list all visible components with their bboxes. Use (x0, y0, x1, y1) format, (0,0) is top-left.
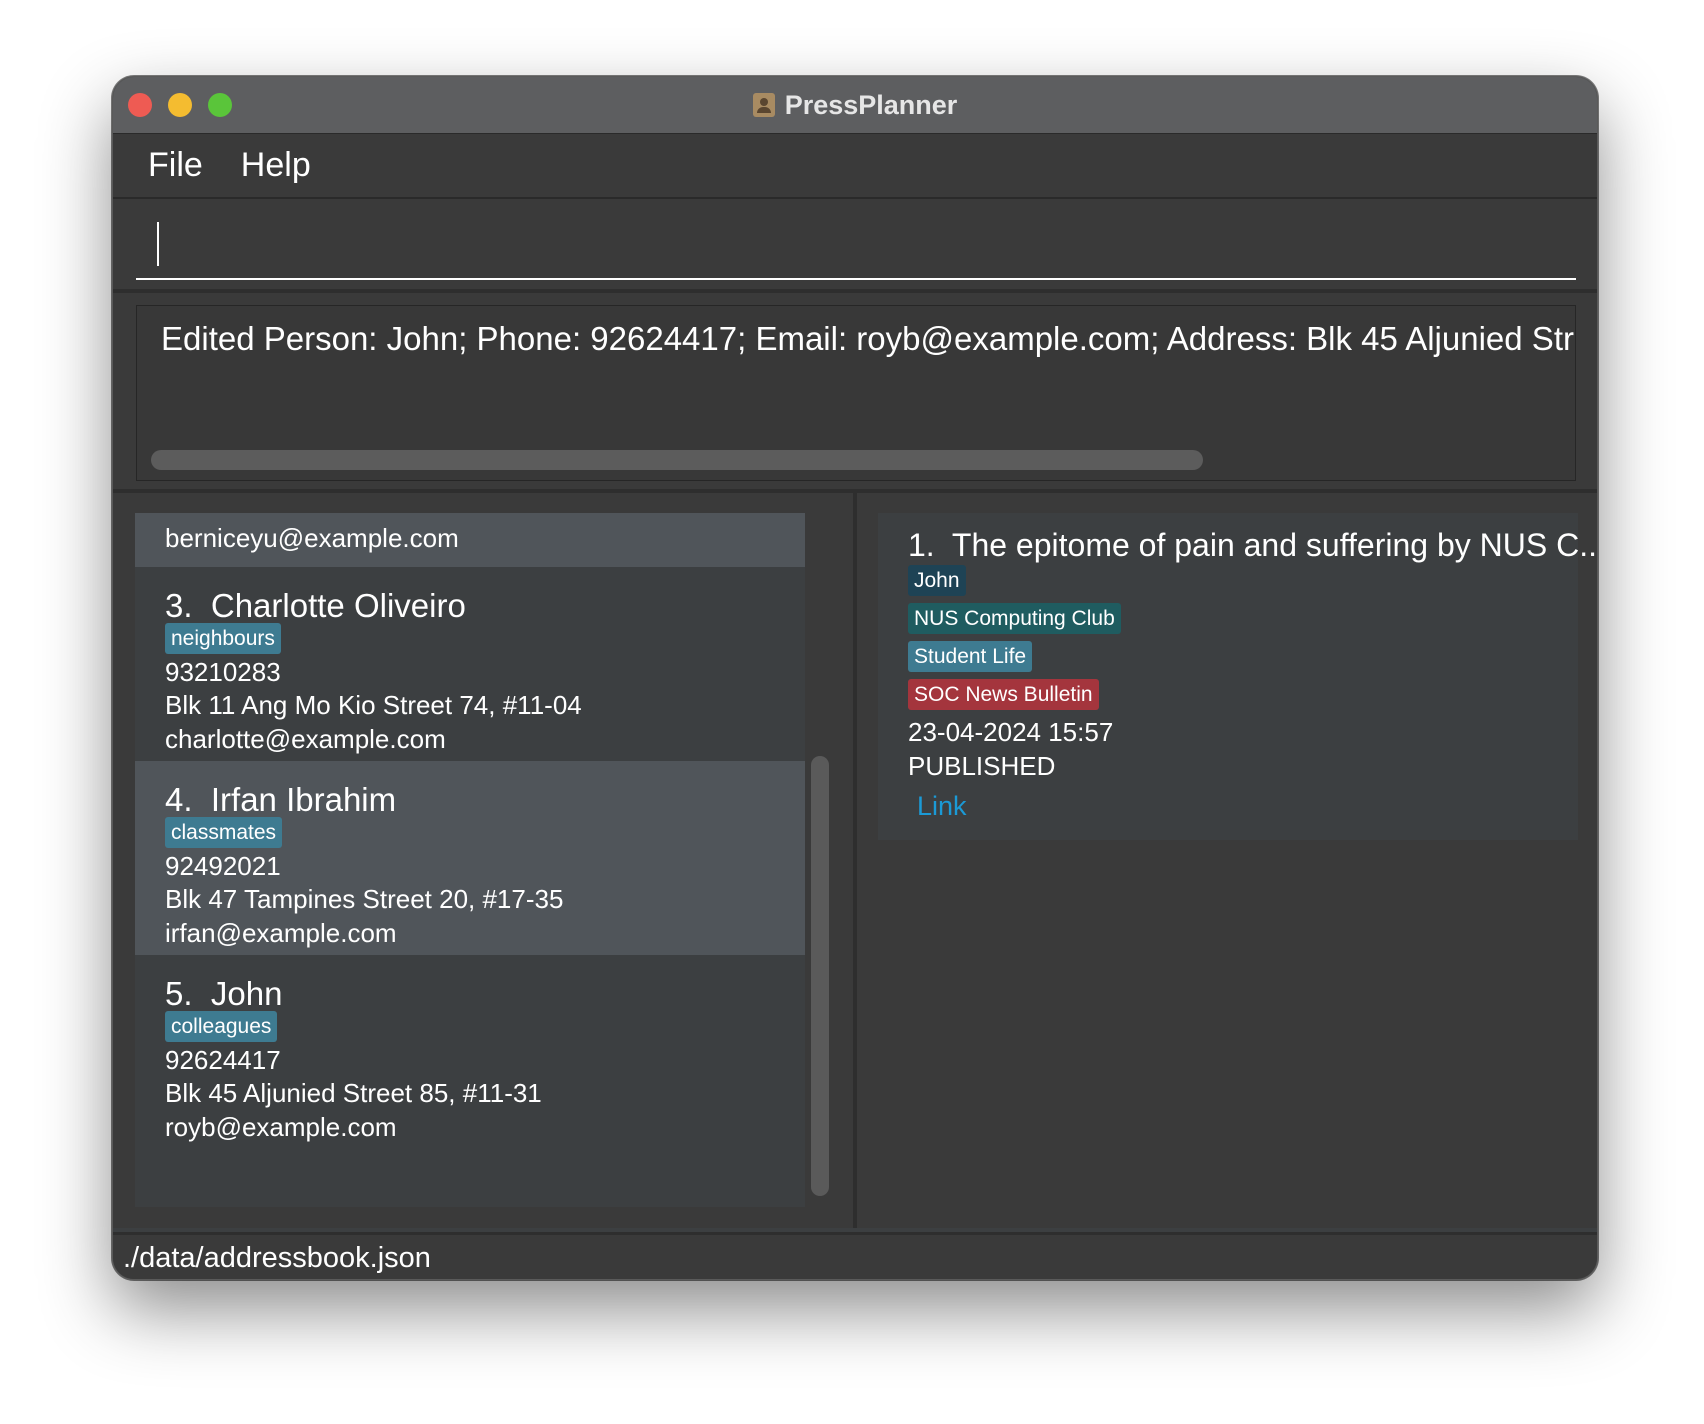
person-tag: neighbours (165, 623, 281, 654)
command-box (113, 199, 1597, 293)
article-card-1[interactable]: 1. The epitome of pain and suffering by … (878, 513, 1597, 840)
person-tag: classmates (165, 817, 283, 848)
person-address: Blk 11 Ang Mo Kio Street 74, #11-04 (165, 690, 582, 720)
person-name: 4. Irfan Ibrahim (165, 781, 396, 819)
menu-bar: File Help (113, 134, 1597, 199)
person-index: 4. (165, 781, 193, 818)
result-text-box[interactable]: Edited Person: John; Phone: 92624417; Em… (136, 305, 1576, 481)
person-card-3[interactable]: 3. Charlotte Oliveiro neighbours 9321028… (135, 567, 805, 761)
person-card-2[interactable]: ​ berniceyu@example.com (135, 513, 805, 567)
menu-help[interactable]: Help (241, 146, 311, 185)
command-input[interactable] (136, 218, 1576, 280)
text-caret (157, 222, 159, 266)
article-link[interactable]: Link (917, 791, 967, 822)
person-name: 3. Charlotte Oliveiro (165, 587, 466, 625)
person-name: 5. John (165, 975, 282, 1013)
article-index: 1. (908, 527, 935, 563)
person-index: 5. (165, 975, 193, 1012)
person-address: Blk 45 Aljunied Street 85, #11-31 (165, 1078, 542, 1108)
person-email: berniceyu@example.com (165, 523, 459, 553)
menu-file[interactable]: File (148, 146, 203, 185)
person-phone: 92624417 (165, 1045, 281, 1075)
person-email: charlotte@example.com (165, 724, 446, 754)
article-title-text: The epitome of pain and suffering by NUS… (951, 527, 1598, 563)
person-phone: 93210283 (165, 657, 281, 687)
result-display: Edited Person: John; Phone: 92624417; Em… (113, 293, 1597, 493)
article-title: 1. The epitome of pain and suffering by … (908, 527, 1598, 564)
save-location: ./data/addressbook.json (123, 1242, 431, 1274)
article-date: 23-04-2024 15:57 (908, 717, 1114, 747)
person-email: irfan@example.com (165, 918, 397, 948)
person-index: 3. (165, 587, 193, 624)
window-title: PressPlanner (784, 89, 958, 120)
title-bar: PressPlanner (113, 77, 1597, 134)
person-email: royb@example.com (165, 1112, 397, 1142)
person-list-scrollbar[interactable] (811, 756, 829, 1196)
person-list[interactable]: ​ berniceyu@example.com 3. Charlotte Oli… (135, 513, 805, 1207)
article-tag-author: John (908, 565, 966, 596)
article-tag-source: SOC News Bulletin (908, 679, 1099, 710)
app-icon (752, 93, 775, 117)
app-window: PressPlanner File Help Edited Person: Jo… (112, 76, 1598, 1280)
status-bar: ./data/addressbook.json (113, 1232, 1597, 1279)
person-card-4[interactable]: 4. Irfan Ibrahim classmates 92492021 Blk… (135, 761, 805, 955)
person-name-text: Irfan Ibrahim (210, 781, 397, 818)
main-panel: ​ berniceyu@example.com 3. Charlotte Oli… (113, 493, 1597, 1228)
person-tag: colleagues (165, 1011, 278, 1042)
article-tag-company: NUS Computing Club (908, 603, 1121, 634)
result-message: Edited Person: John; Phone: 92624417; Em… (161, 320, 1575, 357)
person-address: Blk 47 Tampines Street 20, #17-35 (165, 884, 564, 914)
person-card-5[interactable]: 5. John colleagues 92624417 Blk 45 Aljun… (135, 955, 805, 1149)
article-status: PUBLISHED (908, 751, 1056, 781)
person-name-text: Charlotte Oliveiro (210, 587, 466, 624)
person-name-text: John (210, 975, 283, 1012)
result-horizontal-scrollbar[interactable] (151, 450, 1203, 470)
article-tag-category: Student Life (908, 641, 1033, 672)
panel-divider[interactable] (853, 493, 857, 1228)
article-list[interactable]: 1. The epitome of pain and suffering by … (878, 513, 1597, 1207)
person-phone: 92492021 (165, 851, 281, 881)
